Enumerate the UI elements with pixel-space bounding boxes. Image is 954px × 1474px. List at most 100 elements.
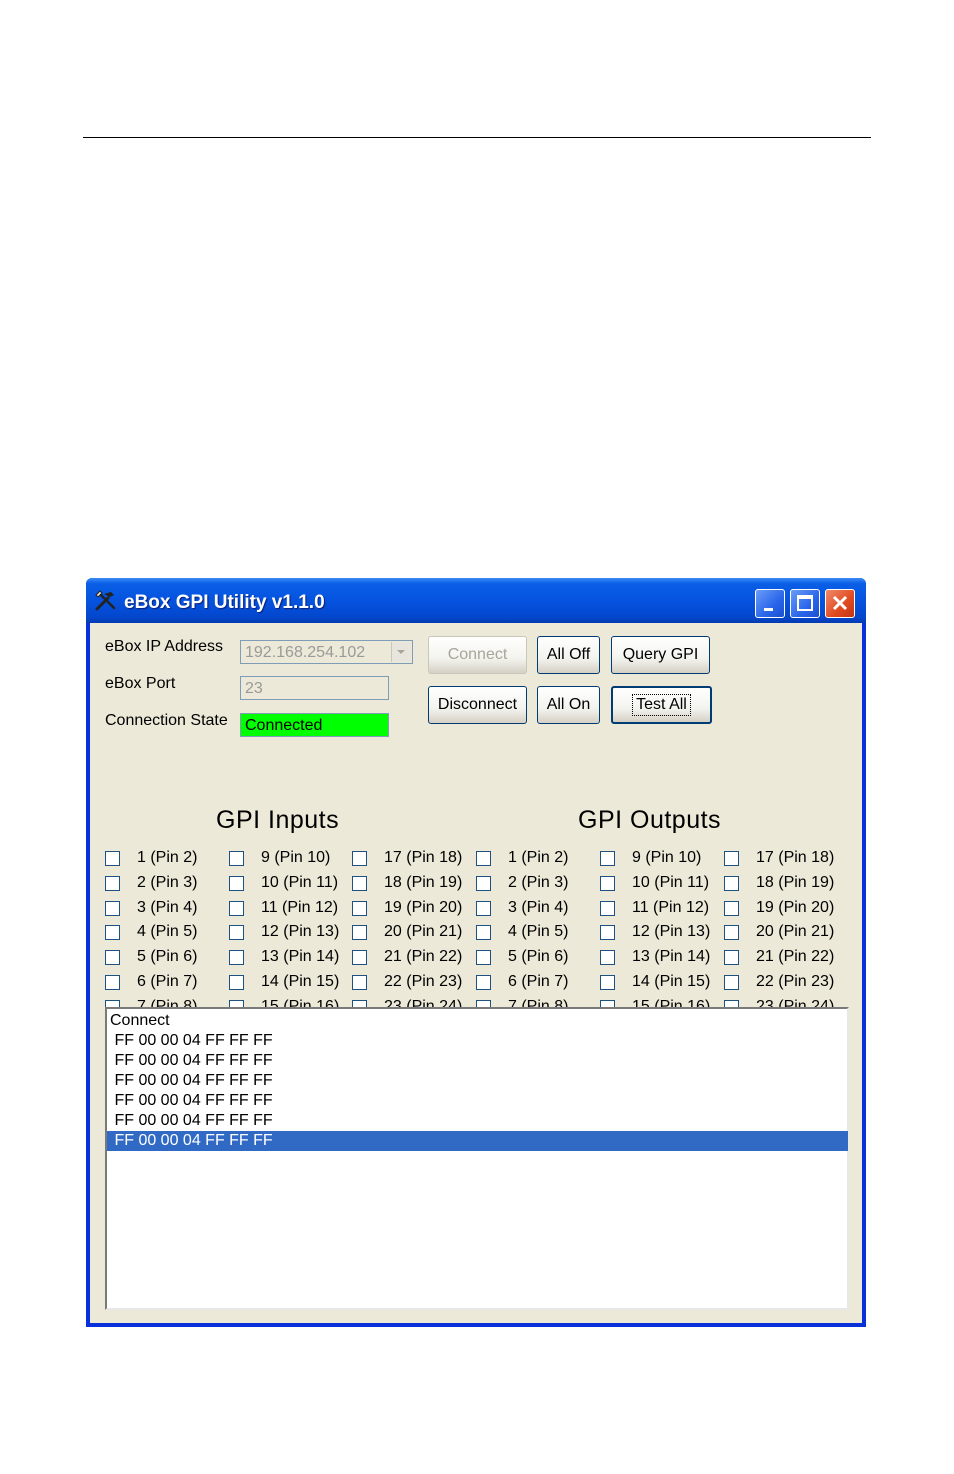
gpi-output-checkbox-22[interactable] [724,975,739,990]
gpi-output-checkbox-6[interactable] [476,975,491,990]
gpi-output-checkbox-13[interactable] [600,950,615,966]
log-listbox[interactable]: Connect FF 00 00 04 FF FF FF FF 00 00 04… [105,1007,849,1310]
gpi-output-checkbox-9[interactable] [600,851,615,866]
all-on-button[interactable]: All On [537,686,600,724]
gpi-input-label-14: 14 (Pin 15) [261,973,340,990]
connection-state-value: Connected [245,717,323,734]
log-line[interactable]: FF 00 00 04 FF FF FF [107,1031,848,1051]
gpi-output-label-11: 11 (Pin 12) [632,898,710,916]
port-field[interactable]: 23 [240,676,389,700]
gpi-input-checkbox-2[interactable] [105,875,120,891]
log-line-selected[interactable]: FF 00 00 04 FF FF FF [107,1131,848,1151]
gpi-output-checkbox-2[interactable] [476,875,491,891]
gpi-output-checkbox-20[interactable] [724,925,739,941]
connect-button[interactable]: Connect [428,636,527,674]
gpi-output-checkbox-11[interactable] [600,900,615,916]
gpi-input-checkbox-22[interactable] [352,975,367,990]
log-line[interactable]: FF 00 00 04 FF FF FF [107,1071,848,1091]
test-all-button[interactable]: Test All [611,686,712,724]
gpi-input-label-4: 4 (Pin 5) [137,923,198,941]
gpi-input-checkbox-6[interactable] [105,975,120,990]
gpi-input-checkbox-17[interactable] [352,851,367,866]
ip-address-value: 192.168.254.102 [245,644,366,661]
gpi-output-checkbox-21[interactable] [724,950,739,966]
gpi-output-checkbox-3[interactable] [476,900,491,916]
ip-address-combo[interactable]: 192.168.254.102 [240,640,413,664]
query-gpi-button[interactable]: Query GPI [611,636,710,674]
gpi-inputs-heading: GPI Inputs [216,806,340,834]
gpi-output-checkbox-18[interactable] [724,875,739,891]
disconnect-button[interactable]: Disconnect [428,686,527,724]
gpi-input-checkbox-19[interactable] [352,900,367,916]
gpi-output-checkbox-1[interactable] [476,851,491,866]
gpi-output-label-22: 22 (Pin 23) [756,973,835,990]
gpi-input-label-3: 3 (Pin 4) [137,898,198,916]
maximize-icon [797,595,813,611]
gpi-input-label-1: 1 (Pin 2) [137,849,198,866]
gpi-output-label-14: 14 (Pin 15) [632,973,711,990]
gpi-output-label-9: 9 (Pin 10) [632,849,702,866]
gpi-input-checkbox-9[interactable] [229,851,244,866]
gpi-input-checkbox-1[interactable] [105,851,120,866]
gpi-input-label-20: 20 (Pin 21) [384,923,463,941]
gpi-output-label-10: 10 (Pin 11) [632,873,710,891]
gpi-output-checkbox-19[interactable] [724,900,739,916]
gpi-input-label-9: 9 (Pin 10) [261,849,331,866]
title-bar[interactable]: eBox GPI Utility v1.1.0 [86,578,866,623]
gpi-input-checkbox-13[interactable] [229,950,244,966]
gpi-input-label-17: 17 (Pin 18) [384,849,463,866]
tools-icon [94,590,118,612]
connection-state-field: Connected [240,713,389,737]
gpi-input-label-21: 21 (Pin 22) [384,948,463,966]
ip-address-label: eBox IP Address [105,638,223,655]
gpi-output-label-5: 5 (Pin 6) [508,948,569,966]
gpi-input-checkbox-4[interactable] [105,925,120,941]
gpi-input-label-11: 11 (Pin 12) [261,898,339,916]
gpi-input-checkbox-18[interactable] [352,875,367,891]
port-value: 23 [245,680,263,697]
gpi-output-label-4: 4 (Pin 5) [508,923,569,941]
gpi-output-label-2: 2 (Pin 3) [508,873,569,891]
gpi-output-label-12: 12 (Pin 13) [632,923,711,941]
gpi-input-label-5: 5 (Pin 6) [137,948,198,966]
client-area: eBox IP Address 192.168.254.102 eBox Por… [90,623,862,1323]
gpi-output-label-6: 6 (Pin 7) [508,973,569,990]
gpi-input-checkbox-11[interactable] [229,900,244,916]
minimize-button[interactable] [755,589,785,618]
close-button[interactable] [825,589,855,618]
gpi-output-checkbox-10[interactable] [600,875,615,891]
gpi-output-label-1: 1 (Pin 2) [508,849,569,866]
gpi-output-label-18: 18 (Pin 19) [756,873,835,891]
connection-state-label: Connection State [105,712,228,729]
minimize-icon [764,608,773,611]
log-line[interactable]: FF 00 00 04 FF FF FF [107,1091,848,1111]
gpi-output-checkbox-12[interactable] [600,925,615,941]
log-line[interactable]: FF 00 00 04 FF FF FF [107,1051,848,1071]
gpi-output-checkbox-4[interactable] [476,925,491,941]
gpi-input-label-6: 6 (Pin 7) [137,973,198,990]
gpi-input-checkbox-20[interactable] [352,925,367,941]
gpi-output-checkbox-5[interactable] [476,950,491,966]
gpi-input-label-13: 13 (Pin 14) [261,948,340,966]
gpi-input-checkbox-21[interactable] [352,950,367,966]
gpi-output-label-17: 17 (Pin 18) [756,849,835,866]
maximize-button[interactable] [790,589,820,618]
gpi-output-checkbox-14[interactable] [600,975,615,990]
dropdown-arrow-icon[interactable] [391,642,411,662]
gpi-input-label-10: 10 (Pin 11) [261,873,339,891]
gpi-input-label-12: 12 (Pin 13) [261,923,340,941]
gpi-input-checkbox-10[interactable] [229,875,244,891]
all-off-button[interactable]: All Off [537,636,600,674]
gpi-input-checkbox-14[interactable] [229,975,244,990]
gpi-input-checkbox-3[interactable] [105,900,120,916]
gpi-input-checkbox-5[interactable] [105,950,120,966]
gpi-input-checkbox-12[interactable] [229,925,244,941]
window-title: eBox GPI Utility v1.1.0 [124,592,325,613]
close-icon [832,595,848,611]
gpi-outputs-heading: GPI Outputs [578,806,722,834]
gpi-output-checkbox-17[interactable] [724,851,739,866]
gpi-output-label-19: 19 (Pin 20) [756,898,835,916]
gpi-input-label-19: 19 (Pin 20) [384,898,463,916]
log-line[interactable]: FF 00 00 04 FF FF FF [107,1111,848,1131]
log-line[interactable]: Connect [107,1011,848,1031]
